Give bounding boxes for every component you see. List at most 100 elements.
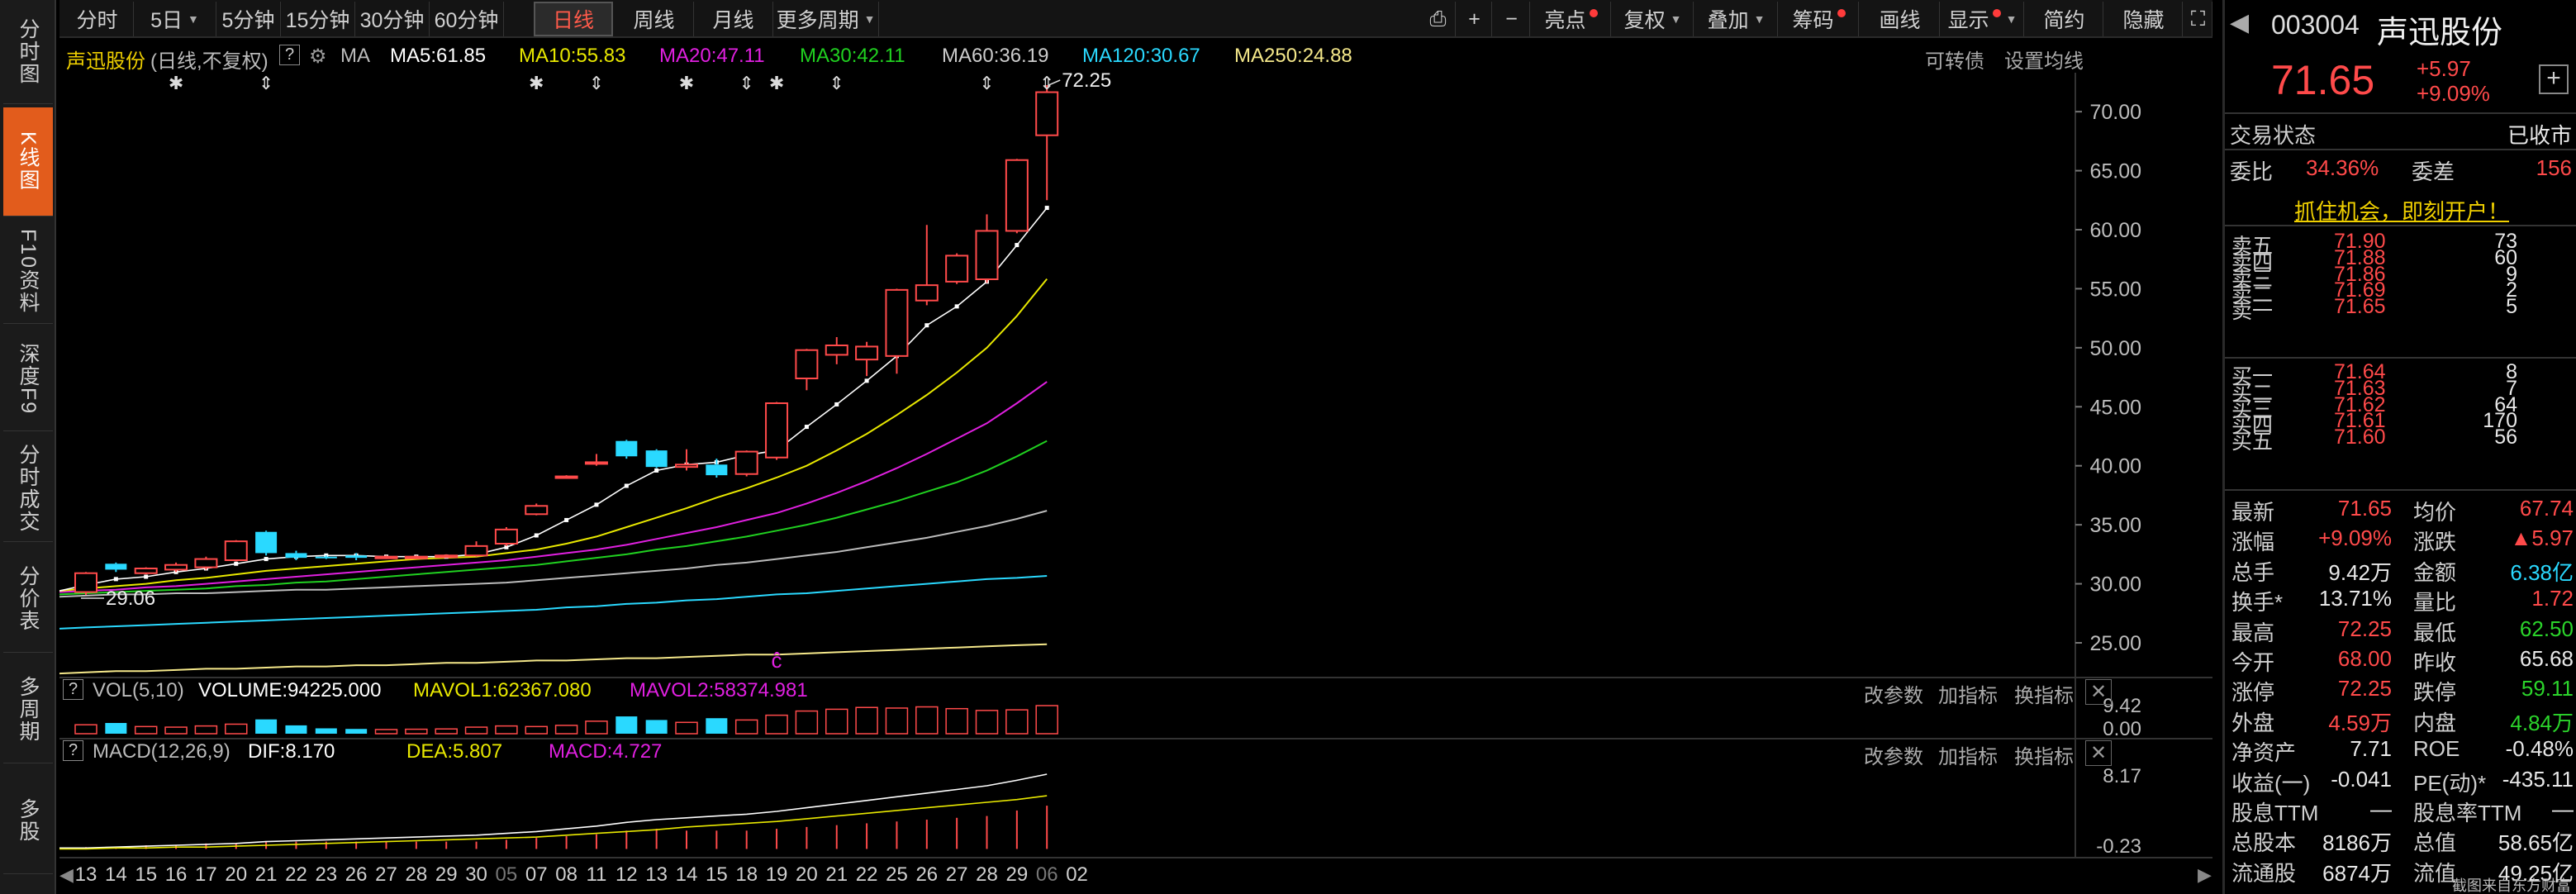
- stat-value: 4.59万: [2328, 710, 2392, 735]
- adjust-button[interactable]: 复权 ▼: [1613, 2, 1694, 36]
- ma5-point: [1044, 206, 1049, 211]
- mavol1-value: MAVOL1:62367.080: [413, 679, 592, 701]
- tab-f10[interactable]: F10资料: [3, 220, 53, 324]
- add-watchlist-button[interactable]: +: [2539, 64, 2569, 94]
- stat-row[interactable]: 净资产 7.71 ROE -0.48%: [2225, 735, 2576, 765]
- bid-row[interactable]: 买五 71.60 56: [2225, 424, 2576, 454]
- gear-icon[interactable]: ⚙: [309, 45, 327, 69]
- highlights-button[interactable]: 亮点: [1532, 2, 1611, 36]
- bid-row[interactable]: 买三 71.62 64: [2225, 392, 2576, 421]
- tab-multi-period[interactable]: 多周期: [3, 656, 53, 763]
- ma5-point: [113, 577, 118, 582]
- stat-value: 6.38亿: [2510, 559, 2574, 585]
- bid-row[interactable]: 买四 71.61 170: [2225, 407, 2576, 437]
- period-weekly-button[interactable]: 周线: [615, 2, 694, 36]
- period-5min-button[interactable]: 5分钟: [216, 2, 281, 36]
- stat-row[interactable]: 总股本 8186万 总值 58.65亿: [2225, 825, 2576, 855]
- add-indicator-link[interactable]: 加指标: [1938, 679, 1998, 708]
- set-ma-link[interactable]: 设置均线: [2004, 45, 2084, 74]
- tab-multi-stock[interactable]: 多股: [3, 767, 53, 874]
- stat-row[interactable]: 外盘 4.59万 内盘 4.84万: [2225, 705, 2576, 735]
- stat-value: 7.71: [2350, 736, 2392, 762]
- price-tick-label: 30.00: [2089, 573, 2141, 597]
- help-icon[interactable]: ?: [63, 679, 84, 700]
- period-60min-button[interactable]: 60分钟: [430, 2, 504, 36]
- scroll-right-icon: ▶: [2198, 864, 2212, 885]
- change-params-link[interactable]: 改参数: [1864, 679, 1923, 708]
- tab-timeshare[interactable]: 分时图: [3, 0, 53, 104]
- volume-bar: [615, 716, 638, 734]
- add-indicator-link[interactable]: 加指标: [1938, 740, 1998, 769]
- bid-row[interactable]: 买二 71.63 7: [2225, 375, 2576, 405]
- period-5day-button[interactable]: 5日 ▼: [134, 2, 216, 36]
- period-timeshare-button[interactable]: 分时: [61, 2, 134, 36]
- tab-price-table[interactable]: 分价表: [3, 545, 53, 653]
- tab-trades[interactable]: 分时成交: [3, 435, 53, 542]
- period-monthly-button[interactable]: 月线: [694, 2, 773, 36]
- macd-axis-bottom: -0.23: [2096, 835, 2141, 858]
- close-icon[interactable]: ✕: [2085, 679, 2113, 705]
- weicha-label: 委差: [2412, 159, 2455, 184]
- x-date-label: 29: [435, 863, 458, 886]
- period-daily-button[interactable]: 日线: [534, 2, 613, 36]
- divider: [2225, 225, 2576, 226]
- tab-depth-f9[interactable]: 深度F9: [3, 327, 53, 431]
- zoom-in-button[interactable]: +: [1457, 2, 1492, 36]
- x-date-label: 21: [255, 863, 278, 886]
- open-account-link[interactable]: 抓住机会，即刻开户！: [2294, 195, 2509, 226]
- event-marker-icon: ⇕: [739, 73, 753, 93]
- macd-pane-header: ? MACD(12,26,9) DIF:8.170 DEA:5.807 MACD…: [63, 739, 2211, 768]
- volume-bar: [164, 726, 188, 735]
- zoom-out-button[interactable]: −: [1494, 2, 1530, 36]
- stat-row[interactable]: 涨幅 +9.09% 涨跌 ▲5.97: [2225, 524, 2576, 554]
- ask-row[interactable]: 卖一 71.65 5: [2225, 293, 2576, 323]
- change-params-link[interactable]: 改参数: [1864, 740, 1923, 769]
- stat-row[interactable]: 收益(一) -0.041 PE(动)* -435.11: [2225, 765, 2576, 796]
- draw-line-button[interactable]: 画线: [1861, 2, 1940, 36]
- ask-row[interactable]: 卖三 71.86 9: [2225, 261, 2576, 291]
- help-icon[interactable]: ?: [279, 45, 301, 65]
- stat-label: 均价: [2413, 500, 2457, 525]
- x-date-label: 06: [1036, 863, 1058, 886]
- stat-row[interactable]: 涨停 72.25 跌停 59.11: [2225, 674, 2576, 705]
- ask-row[interactable]: 卖四 71.88 60: [2225, 245, 2576, 274]
- stat-row[interactable]: 换手* 13.71% 量比 1.72: [2225, 584, 2576, 615]
- period-30min-button[interactable]: 30分钟: [355, 2, 430, 36]
- more-periods-button[interactable]: 更多周期 ▼: [773, 2, 879, 36]
- switch-indicator-link[interactable]: 换指标: [2014, 740, 2074, 769]
- stat-row[interactable]: 最高 72.25 最低 62.50: [2225, 615, 2576, 645]
- tab-kline[interactable]: K线图: [3, 107, 53, 216]
- simple-mode-button[interactable]: 简约: [2026, 2, 2103, 36]
- prev-stock-icon[interactable]: ◀: [2230, 8, 2249, 37]
- display-button[interactable]: 显示 ▼: [1942, 2, 2024, 36]
- stat-row[interactable]: 最新 71.65 均价 67.74: [2225, 494, 2576, 525]
- stat-value: 72.25: [2337, 616, 2392, 641]
- price-tick-label: 55.00: [2089, 278, 2141, 301]
- switch-indicator-link[interactable]: 换指标: [2014, 679, 2074, 708]
- close-icon[interactable]: ✕: [2085, 740, 2113, 766]
- convertible-bond-link[interactable]: 可转债: [1925, 45, 1984, 74]
- stat-row[interactable]: 今开 68.00 昨收 65.68: [2225, 644, 2576, 675]
- bid-row[interactable]: 买一 71.64 8: [2225, 359, 2576, 388]
- stat-row[interactable]: 总手 9.42万 金额 6.38亿: [2225, 554, 2576, 585]
- stock-code: 003004: [2271, 10, 2360, 40]
- chips-button[interactable]: 筹码: [1780, 2, 1859, 36]
- x-date-label: 15: [706, 863, 728, 886]
- period-toolbar: 分时 5日 ▼ 5分钟 15分钟 30分钟 60分钟 日线 周线 月线 更多周期 ▼…: [59, 0, 2212, 38]
- ask-row[interactable]: 卖五 71.90 73: [2225, 228, 2576, 258]
- stat-label: 收益(一): [2231, 770, 2311, 796]
- overlay-button[interactable]: 叠加 ▼: [1695, 2, 1778, 36]
- detach-window-button[interactable]: ⎙: [1421, 2, 1456, 36]
- stat-row[interactable]: 股息TTM — 股息率TTM —: [2225, 795, 2576, 825]
- fullscreen-button[interactable]: ⛶: [2184, 2, 2212, 36]
- period-15min-button[interactable]: 15分钟: [281, 2, 355, 36]
- ask-row[interactable]: 卖二 71.69 2: [2225, 277, 2576, 307]
- volume-axis-bottom: 0.00: [2103, 718, 2141, 740]
- hide-button[interactable]: 隐藏: [2105, 2, 2183, 36]
- stat-label: 流值: [2413, 860, 2457, 886]
- minus-icon: −: [1505, 7, 1518, 31]
- volume-bar: [734, 719, 758, 735]
- stat-value: 62.50: [2519, 616, 2574, 641]
- x-date-label: 12: [615, 863, 638, 886]
- help-icon[interactable]: ?: [63, 740, 84, 761]
